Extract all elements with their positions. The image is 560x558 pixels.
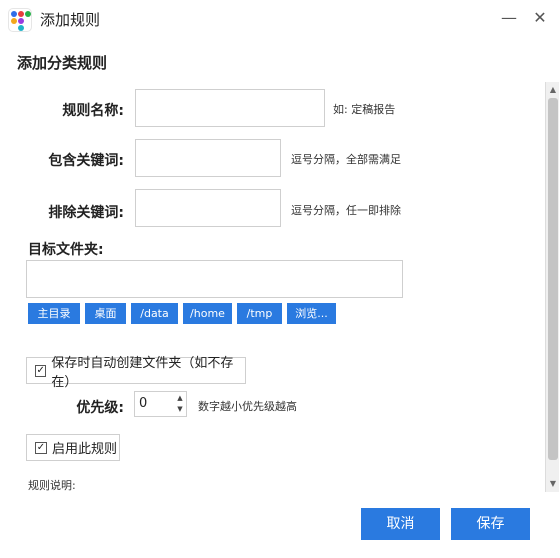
spin-down-arrow-icon[interactable]: ▼ [175, 404, 185, 415]
window-title: 添加规则 [40, 11, 101, 29]
title-bar: 添加规则 — ✕ [0, 0, 560, 40]
enable-rule-label: 启用此规则 [52, 442, 118, 457]
rule-name-hint: 如: 定稿报告 [333, 103, 396, 116]
priority-spinbox[interactable]: 0 ▲ ▼ [134, 391, 187, 417]
path-button-desktop[interactable]: 桌面 [85, 303, 126, 324]
target-folder-label: 目标文件夹: [28, 242, 104, 258]
scrollbar-thumb[interactable] [548, 98, 558, 460]
checkbox-checked-icon: ✓ [35, 441, 47, 454]
priority-hint: 数字越小优先级越高 [198, 400, 297, 413]
include-keywords-label: 包含关键词: [48, 153, 124, 169]
vertical-scrollbar[interactable]: ▲ ▼ [545, 82, 559, 492]
include-keywords-hint: 逗号分隔，全部需满足 [291, 153, 401, 166]
cancel-button[interactable]: 取消 [361, 508, 440, 540]
path-button-home-dir[interactable]: 主目录 [28, 303, 80, 324]
save-button[interactable]: 保存 [451, 508, 530, 540]
path-button-tmp[interactable]: /tmp [237, 303, 282, 324]
path-button-home[interactable]: /home [183, 303, 232, 324]
close-button[interactable]: ✕ [528, 6, 552, 30]
scroll-up-arrow-icon[interactable]: ▲ [547, 84, 559, 96]
exclude-keywords-input[interactable] [135, 189, 281, 227]
spin-up-arrow-icon[interactable]: ▲ [175, 393, 185, 404]
include-keywords-input[interactable] [135, 139, 281, 177]
rule-description-label: 规则说明: [28, 479, 76, 492]
priority-label: 优先级: [76, 400, 124, 416]
dialog-heading: 添加分类规则 [17, 54, 108, 72]
exclude-keywords-hint: 逗号分隔，任一即排除 [291, 204, 401, 217]
app-logo-icon [8, 8, 32, 32]
checkbox-checked-icon: ✓ [35, 364, 47, 377]
enable-rule-checkbox[interactable]: ✓ 启用此规则 [26, 434, 120, 461]
path-button-data[interactable]: /data [131, 303, 178, 324]
minimize-button[interactable]: — [497, 6, 521, 30]
priority-value: 0 [139, 396, 148, 411]
rule-name-input[interactable] [135, 89, 325, 127]
auto-create-folder-checkbox[interactable]: ✓ 保存时自动创建文件夹（如不存在） [26, 356, 246, 390]
target-folder-input[interactable] [26, 260, 403, 298]
auto-create-folder-label: 保存时自动创建文件夹（如不存在） [51, 355, 234, 390]
scroll-down-arrow-icon[interactable]: ▼ [547, 478, 559, 490]
path-button-browse[interactable]: 浏览... [287, 303, 336, 324]
rule-name-label: 规则名称: [62, 103, 124, 119]
exclude-keywords-label: 排除关键词: [48, 205, 124, 221]
